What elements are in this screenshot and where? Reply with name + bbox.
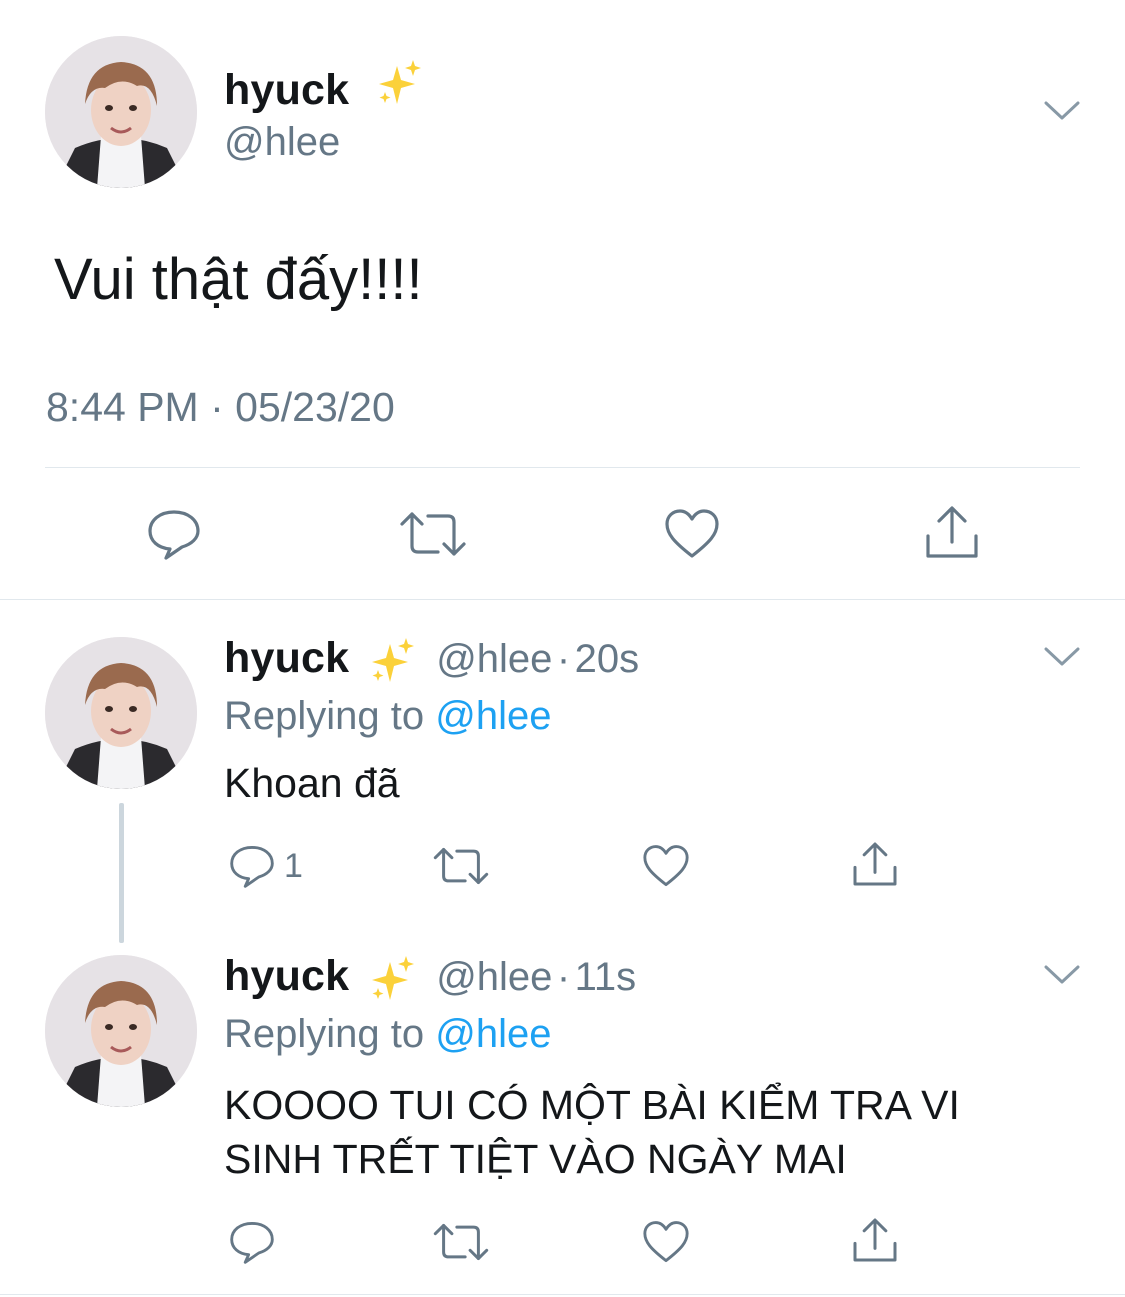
replying-to-handle[interactable]: @hlee xyxy=(435,694,551,738)
like-icon[interactable] xyxy=(642,1220,690,1264)
tweet-text-line: SINH TRẾT TIỆT VÀO NGÀY MAI xyxy=(224,1136,847,1182)
chevron-down-icon[interactable] xyxy=(1044,646,1080,673)
sparkles-emoji xyxy=(368,636,418,691)
bottom-divider xyxy=(0,1294,1125,1295)
separator-dot: · xyxy=(210,384,224,430)
separator-dot: · xyxy=(556,637,571,681)
divider xyxy=(45,467,1080,468)
reply-icon[interactable] xyxy=(146,508,202,560)
reply-count: 1 xyxy=(284,846,303,885)
tweet-timestamp[interactable]: 8:44 PM · 05/23/20 xyxy=(46,384,395,431)
handle[interactable]: @hlee xyxy=(224,120,340,165)
display-name[interactable]: hyuck xyxy=(224,952,349,1000)
display-name[interactable]: hyuck xyxy=(224,66,349,114)
retweet-icon[interactable] xyxy=(432,1222,490,1262)
section-divider xyxy=(0,599,1125,600)
thread-line xyxy=(119,803,124,943)
reply-icon[interactable] xyxy=(228,1220,276,1264)
sparkles-emoji xyxy=(375,58,425,119)
chevron-down-icon[interactable] xyxy=(1044,964,1080,991)
reply-icon[interactable]: 1 xyxy=(228,844,303,888)
retweet-icon[interactable] xyxy=(432,846,490,886)
avatar[interactable] xyxy=(45,36,197,188)
share-icon[interactable] xyxy=(850,1216,900,1264)
replying-to: Replying to @hlee xyxy=(224,694,551,739)
tweet-date: 05/23/20 xyxy=(235,384,395,430)
share-icon[interactable] xyxy=(850,840,900,888)
tweet-text: Vui thật đấy!!!! xyxy=(54,247,423,312)
separator-dot: · xyxy=(556,955,571,999)
retweet-icon[interactable] xyxy=(398,510,468,558)
display-name[interactable]: hyuck xyxy=(224,634,349,682)
like-icon[interactable] xyxy=(664,508,720,560)
like-icon[interactable] xyxy=(642,844,690,888)
sparkles-emoji xyxy=(368,954,418,1009)
replying-to-handle[interactable]: @hlee xyxy=(435,1012,551,1056)
handle[interactable]: @hlee xyxy=(436,955,552,999)
replying-to: Replying to @hlee xyxy=(224,1012,551,1057)
avatar[interactable] xyxy=(45,637,197,789)
tweet-text: Khoan đã xyxy=(224,760,400,806)
replying-to-label: Replying to xyxy=(224,1012,425,1056)
chevron-down-icon[interactable] xyxy=(1044,100,1080,127)
share-icon[interactable] xyxy=(922,504,982,560)
tweet-text: KOOOO TUI CÓ MỘT BÀI KIỂM TRA VI SINH TR… xyxy=(224,1078,960,1186)
tweet-age[interactable]: 11s xyxy=(575,955,637,999)
tweet-text-line: KOOOO TUI CÓ MỘT BÀI KIỂM TRA VI xyxy=(224,1082,960,1128)
avatar[interactable] xyxy=(45,955,197,1107)
tweet-age[interactable]: 20s xyxy=(575,637,640,681)
handle[interactable]: @hlee xyxy=(436,637,552,681)
replying-to-label: Replying to xyxy=(224,694,425,738)
tweet-time: 8:44 PM xyxy=(46,384,199,430)
